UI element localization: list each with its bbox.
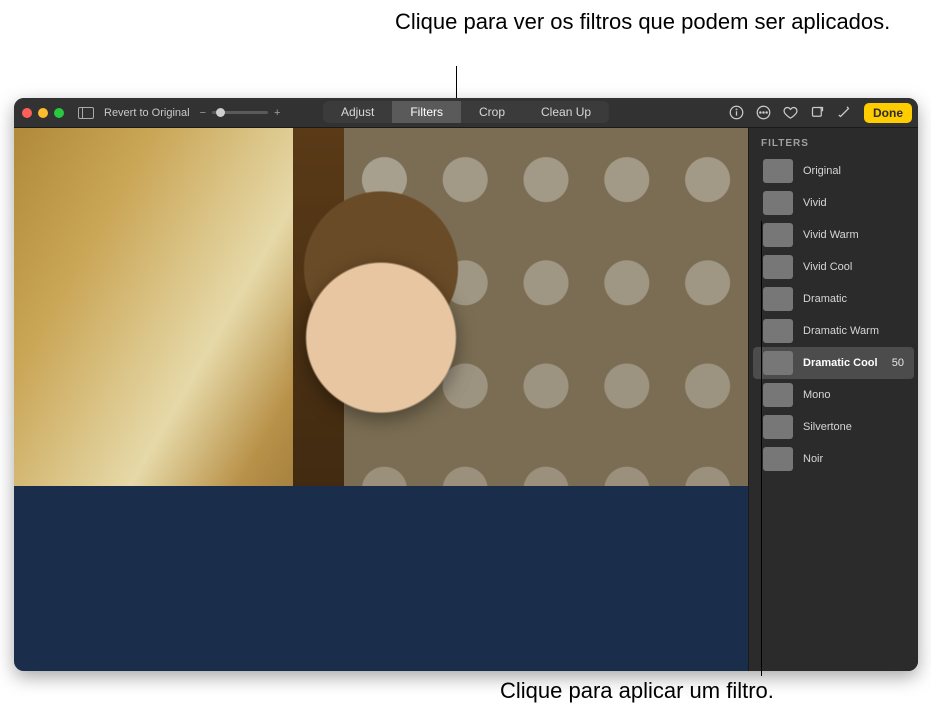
filter-thumbnail [763, 415, 793, 439]
callout-top: Clique para ver os filtros que podem ser… [395, 8, 890, 35]
filter-thumbnail [763, 351, 793, 375]
zoom-in-button[interactable]: + [274, 107, 280, 119]
window-controls [22, 108, 64, 118]
favorite-icon[interactable] [783, 105, 798, 120]
photo-placeholder [14, 128, 748, 671]
info-icon[interactable] [729, 105, 744, 120]
close-window-button[interactable] [22, 108, 32, 118]
auto-enhance-icon[interactable] [837, 105, 852, 120]
filter-thumbnail [763, 191, 793, 215]
rotate-icon[interactable] [810, 105, 825, 120]
tab-filters[interactable]: Filters [392, 101, 461, 123]
filter-thumbnail [763, 159, 793, 183]
callout-bottom: Clique para aplicar um filtro. [500, 678, 774, 704]
filter-item-dramatic-warm[interactable]: Dramatic Warm [753, 315, 914, 347]
filter-item-label: Vivid Warm [803, 229, 859, 241]
filter-thumbnail [763, 223, 793, 247]
filter-item-label: Original [803, 165, 841, 177]
filter-thumbnail [763, 319, 793, 343]
filter-item-silvertone[interactable]: Silvertone [753, 411, 914, 443]
filters-list: Original Vivid Vivid Warm Vivid Cool Dramati… [749, 155, 918, 475]
zoom-out-button[interactable]: − [200, 107, 206, 119]
filter-item-mono[interactable]: Mono [753, 379, 914, 411]
callout-leader-bottom [761, 500, 762, 676]
filter-item-vivid-cool[interactable]: Vivid Cool [753, 251, 914, 283]
filter-item-original[interactable]: Original [753, 155, 914, 187]
more-icon[interactable] [756, 105, 771, 120]
app-window: Revert to Original − + Adjust Filters Cr… [14, 98, 918, 671]
filter-item-noir[interactable]: Noir [753, 443, 914, 475]
filter-item-label: Vivid [803, 197, 827, 209]
filter-item-value: 50 [892, 357, 904, 369]
filter-item-label: Noir [803, 453, 823, 465]
tab-adjust[interactable]: Adjust [323, 101, 392, 123]
toolbar-right: Done [729, 103, 912, 123]
filter-thumbnail [763, 383, 793, 407]
filter-item-vivid-warm[interactable]: Vivid Warm [753, 219, 914, 251]
callout-bracket-left [761, 221, 762, 501]
filter-item-label: Mono [803, 389, 831, 401]
callout-leader-top [456, 66, 457, 101]
main-area: FILTERS Original Vivid Vivid Warm Vivid Coo… [14, 128, 918, 671]
done-button[interactable]: Done [864, 103, 912, 123]
fullscreen-window-button[interactable] [54, 108, 64, 118]
photo-canvas[interactable] [14, 128, 748, 671]
filter-thumbnail [763, 287, 793, 311]
filters-sidebar: FILTERS Original Vivid Vivid Warm Vivid Coo… [748, 128, 918, 671]
filter-item-label: Dramatic Cool [803, 357, 878, 369]
filter-item-vivid[interactable]: Vivid [753, 187, 914, 219]
filter-thumbnail [763, 447, 793, 471]
sidebar-toggle-icon[interactable] [78, 107, 94, 119]
filter-item-dramatic-cool[interactable]: Dramatic Cool 50 [753, 347, 914, 379]
filter-item-label: Silvertone [803, 421, 852, 433]
filter-thumbnail [763, 255, 793, 279]
toolbar: Revert to Original − + Adjust Filters Cr… [14, 98, 918, 128]
filters-title: FILTERS [749, 128, 918, 155]
zoom-slider[interactable] [212, 111, 268, 114]
edit-mode-segmented-control: Adjust Filters Crop Clean Up [323, 101, 609, 123]
filter-item-dramatic[interactable]: Dramatic [753, 283, 914, 315]
tab-crop[interactable]: Crop [461, 101, 523, 123]
minimize-window-button[interactable] [38, 108, 48, 118]
filter-item-label: Dramatic [803, 293, 847, 305]
tab-cleanup[interactable]: Clean Up [523, 101, 609, 123]
filter-item-label: Vivid Cool [803, 261, 852, 273]
revert-button[interactable]: Revert to Original [104, 107, 190, 119]
zoom-control: − + [200, 107, 281, 119]
filter-item-label: Dramatic Warm [803, 325, 879, 337]
